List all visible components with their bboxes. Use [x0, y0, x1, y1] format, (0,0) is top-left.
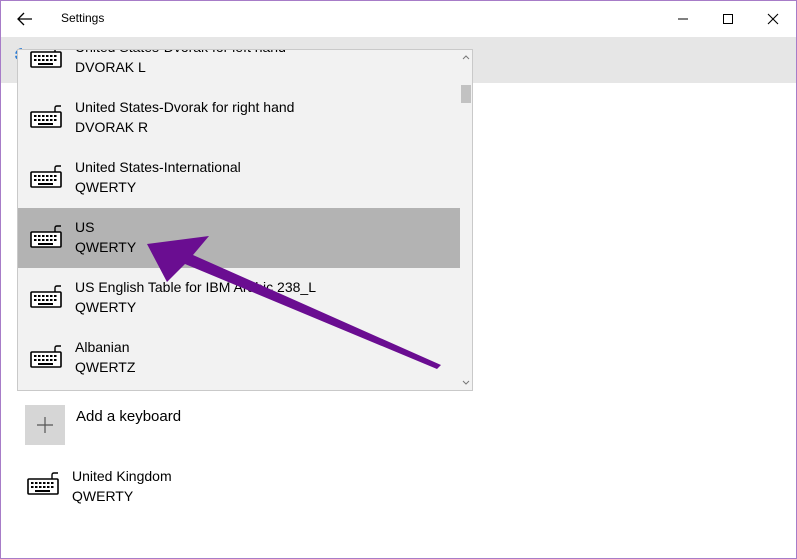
keyboard-list-item[interactable]: US QWERTY — [18, 208, 460, 268]
keyboard-icon — [30, 165, 62, 188]
keyboard-layout: QWERTY — [72, 488, 134, 504]
keyboard-icon — [30, 225, 62, 248]
scroll-down-button[interactable] — [460, 376, 472, 390]
scroll-up-button[interactable] — [460, 50, 472, 64]
installed-keyboard-item[interactable]: United Kingdom QWERTY — [25, 463, 425, 513]
scroll-thumb[interactable] — [461, 85, 471, 103]
keyboard-name: US — [75, 219, 95, 235]
maximize-icon — [723, 14, 733, 24]
keyboard-layout: QWERTZ — [75, 359, 136, 375]
keyboard-list-item[interactable]: US English Table for IBM Arabic 238_L QW… — [18, 268, 460, 328]
chevron-down-icon — [462, 380, 470, 385]
maximize-button[interactable] — [708, 7, 748, 31]
minimize-icon — [678, 18, 688, 20]
keyboard-name: US English Table for IBM Arabic 238_L — [75, 279, 316, 295]
keyboard-layout: QWERTY — [75, 299, 137, 315]
keyboard-icon — [30, 345, 62, 368]
keyboard-icon — [30, 105, 62, 128]
close-button[interactable] — [753, 7, 793, 31]
keyboard-list: United States-Dvorak for left hand DVORA… — [18, 50, 460, 390]
keyboard-icon — [27, 472, 59, 495]
add-keyboard-label[interactable]: Add a keyboard — [76, 408, 181, 425]
keyboard-layout: QWERTY — [75, 179, 137, 195]
chevron-up-icon — [462, 55, 470, 60]
keyboard-name: Albanian — [75, 339, 130, 355]
keyboard-name: United Kingdom — [72, 468, 172, 484]
keyboard-list-item[interactable]: United States-Dvorak for left hand DVORA… — [18, 50, 460, 88]
plus-icon — [37, 417, 53, 433]
keyboard-list-item[interactable]: United States-Dvorak for right hand DVOR… — [18, 88, 460, 148]
keyboard-name: United States-Dvorak for left hand — [75, 50, 286, 55]
keyboard-layout: DVORAK R — [75, 119, 149, 135]
keyboard-icon — [30, 285, 62, 308]
keyboard-icon — [30, 50, 62, 68]
keyboard-name: United States-International — [75, 159, 241, 175]
keyboard-name: United States-Dvorak for right hand — [75, 99, 295, 115]
keyboard-layout: QWERTY — [75, 239, 137, 255]
minimize-button[interactable] — [663, 7, 703, 31]
keyboard-layout: DVORAK L — [75, 59, 146, 75]
back-arrow-icon — [17, 12, 32, 26]
title-bar: Settings — [1, 1, 796, 37]
keyboard-list-item[interactable]: Albanian QWERTZ — [18, 328, 460, 388]
scrollbar[interactable] — [460, 50, 472, 390]
window-title: Settings — [61, 11, 105, 25]
keyboard-dropdown[interactable]: United States-Dvorak for left hand DVORA… — [17, 49, 473, 391]
keyboard-list-item[interactable]: United States-International QWERTY — [18, 148, 460, 208]
settings-window: Settings DVORAK L United States-Dvorak f… — [0, 0, 797, 559]
back-button[interactable] — [9, 7, 41, 31]
add-keyboard-button[interactable] — [25, 405, 65, 445]
close-icon — [767, 13, 779, 25]
